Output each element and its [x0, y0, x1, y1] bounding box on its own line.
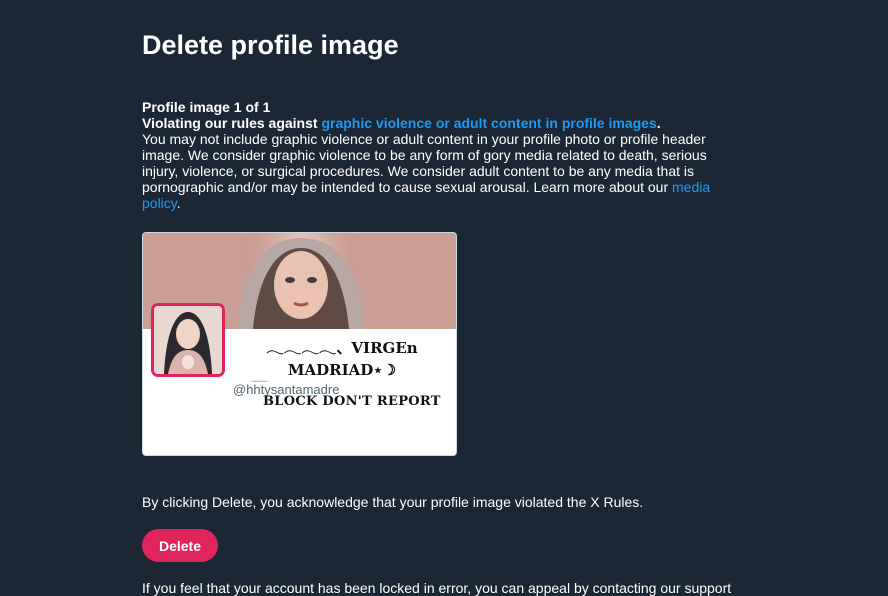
- appeal-text: If you feel that your account has been l…: [142, 580, 732, 596]
- avatar-artwork: [154, 306, 222, 374]
- profile-bio: BLOCK DON'T REPORT: [263, 394, 441, 409]
- profile-avatar: [151, 303, 225, 377]
- rule-description: You may not include graphic violence or …: [142, 131, 742, 211]
- delete-button[interactable]: Delete: [142, 529, 218, 562]
- display-name-line1: 𓂃𓂃𓂃𓂃、VIRGEn: [266, 339, 418, 357]
- rule-heading: Violating our rules against graphic viol…: [142, 115, 742, 131]
- rule-heading-prefix: Violating our rules against: [142, 115, 322, 131]
- rule-description-suffix: .: [176, 195, 181, 211]
- acknowledgement-text: By clicking Delete, you acknowledge that…: [142, 494, 644, 510]
- profile-display-name: 𓂃𓂃𓂃𓂃、VIRGEn MADRIAD⋆☽: [257, 337, 427, 381]
- rule-heading-suffix: .: [656, 115, 661, 131]
- profile-preview-card: 𓂃𓂃𓂃𓂃、VIRGEn MADRIAD⋆☽ ⸺ @hhtysantamadre …: [142, 232, 457, 456]
- display-name-line2: MADRIAD⋆☽: [287, 361, 397, 379]
- page-title: Delete profile image: [142, 30, 399, 60]
- rule-description-text: You may not include graphic violence or …: [142, 131, 707, 195]
- image-count-label: Profile image 1 of 1: [142, 99, 271, 115]
- rule-link[interactable]: graphic violence or adult content in pro…: [321, 115, 656, 131]
- rule-section: Profile image 1 of 1 Violating our rules…: [142, 99, 742, 211]
